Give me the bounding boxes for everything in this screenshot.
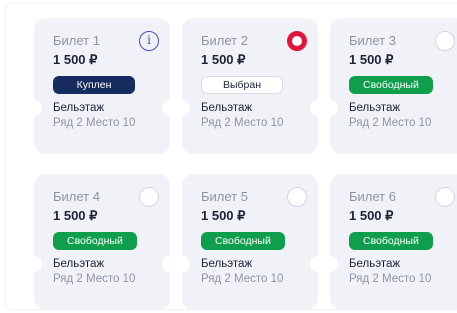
ticket-card-2[interactable]: Билет 2 1 500 ₽ Выбран Бельэтаж Ряд 2 Ме… (174, 18, 326, 154)
ticket-venue: Бельэтаж (53, 258, 105, 270)
status-badge-bought: Куплен (53, 76, 135, 94)
radio-icon[interactable] (139, 187, 159, 207)
ticket-card-6[interactable]: Билет 6 1 500 ₽ Свободный Бельэтаж Ряд 2… (322, 174, 457, 310)
ticket-price: 1 500 ₽ (201, 52, 246, 67)
ticket-seat: Ряд 2 Место 10 (53, 273, 136, 285)
ticket-card-4[interactable]: Билет 4 1 500 ₽ Свободный Бельэтаж Ряд 2… (26, 174, 178, 310)
ticket-card-3[interactable]: Билет 3 1 500 ₽ Свободный Бельэтаж Ряд 2… (322, 18, 457, 154)
status-badge-free: Свободный (53, 232, 137, 250)
status-badge-free: Свободный (349, 76, 433, 94)
ticket-price: 1 500 ₽ (53, 52, 98, 67)
status-badge-free: Свободный (349, 232, 433, 250)
ticket-venue: Бельэтаж (53, 102, 105, 114)
ticket-seat: Ряд 2 Место 10 (201, 117, 284, 129)
ticket-venue: Бельэтаж (349, 102, 401, 114)
ticket-seat: Ряд 2 Место 10 (201, 273, 284, 285)
ticket-grid: Билет 1 1 500 ₽ Куплен Бельэтаж Ряд 2 Ме… (6, 4, 457, 310)
ticket-venue: Бельэтаж (349, 258, 401, 270)
ticket-seat: Ряд 2 Место 10 (349, 273, 432, 285)
ticket-card-5[interactable]: Билет 5 1 500 ₽ Свободный Бельэтаж Ряд 2… (174, 174, 326, 310)
info-icon[interactable]: i (139, 31, 159, 51)
ticket-card-1: Билет 1 1 500 ₽ Куплен Бельэтаж Ряд 2 Ме… (26, 18, 178, 154)
status-badge-free: Свободный (201, 232, 285, 250)
radio-selected-icon[interactable] (287, 31, 307, 51)
ticket-venue: Бельэтаж (201, 102, 253, 114)
ticket-venue: Бельэтаж (201, 258, 253, 270)
ticket-price: 1 500 ₽ (349, 208, 394, 223)
ticket-price: 1 500 ₽ (349, 52, 394, 67)
ticket-seat: Ряд 2 Место 10 (53, 117, 136, 129)
radio-icon[interactable] (435, 31, 455, 51)
ticket-price: 1 500 ₽ (201, 208, 246, 223)
ticket-seat: Ряд 2 Место 10 (349, 117, 432, 129)
radio-icon[interactable] (435, 187, 455, 207)
status-badge-selected: Выбран (201, 76, 283, 94)
radio-icon[interactable] (287, 187, 307, 207)
ticket-price: 1 500 ₽ (53, 208, 98, 223)
